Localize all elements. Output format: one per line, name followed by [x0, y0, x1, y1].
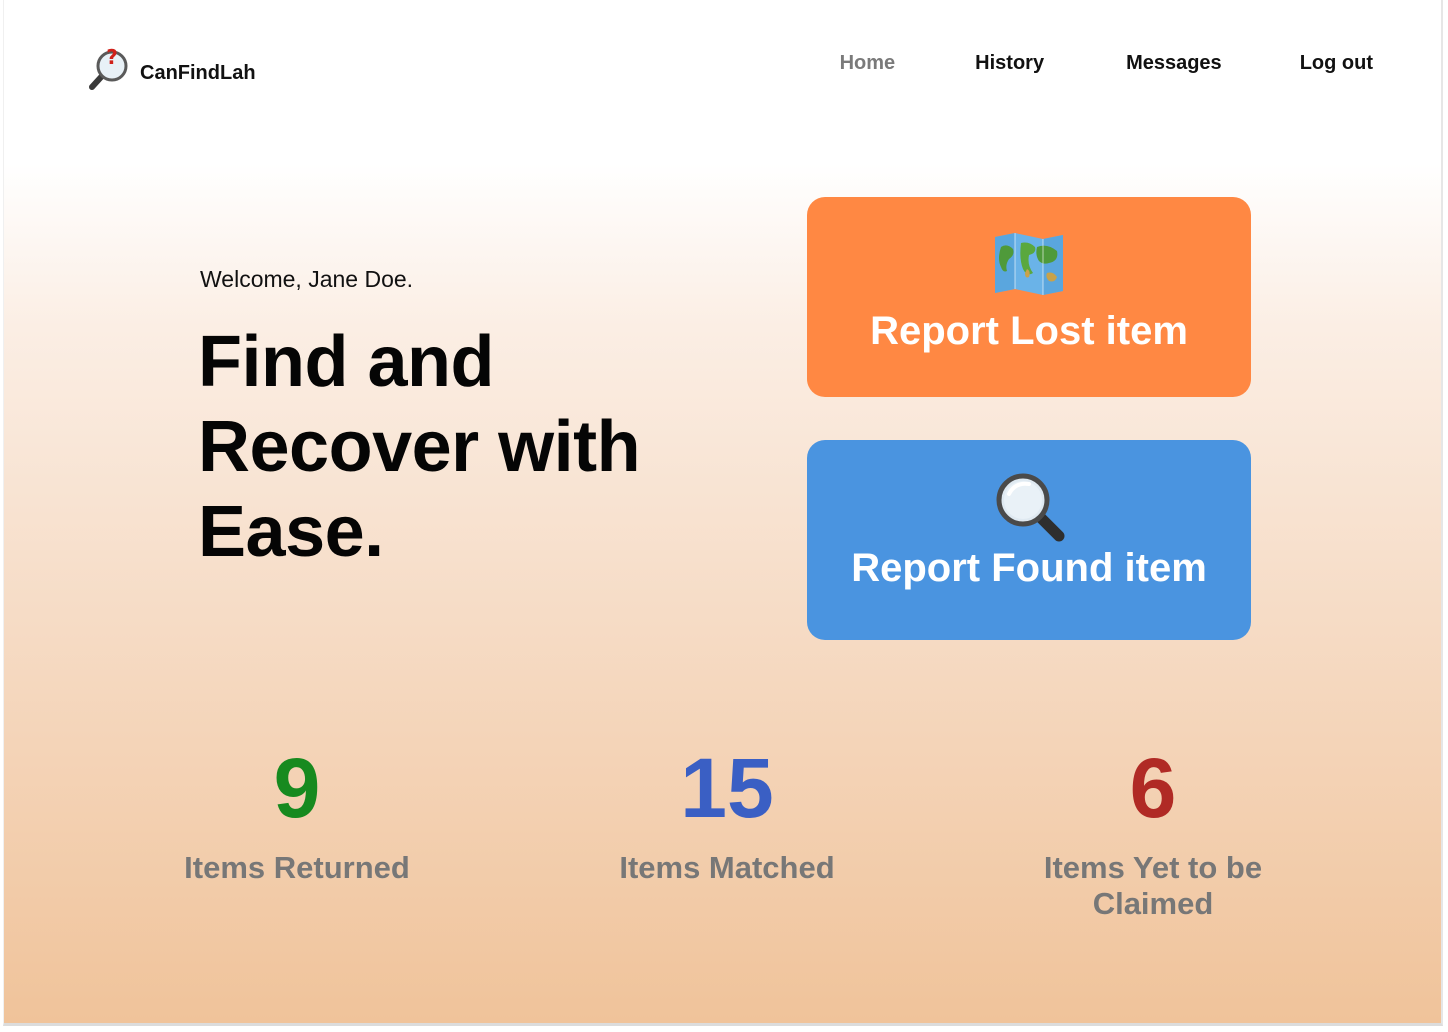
- page-headline: Find and Recover with Ease.: [198, 320, 718, 575]
- stat-items-unclaimed: 6 Items Yet to be Claimed: [988, 740, 1318, 922]
- report-lost-button[interactable]: Report Lost item: [807, 197, 1251, 397]
- nav-logout[interactable]: Log out: [1300, 52, 1373, 75]
- magnifier-question-icon: ?: [88, 45, 134, 92]
- brand-name: CanFindLah: [140, 61, 256, 84]
- top-header: ? CanFindLah Home History Messages Log o…: [4, 0, 1441, 140]
- report-lost-label: Report Lost item: [870, 309, 1188, 353]
- headline-line-2: Recover with: [198, 407, 641, 487]
- stat-label-returned: Items Returned: [184, 850, 410, 885]
- brand-logo[interactable]: ? CanFindLah: [88, 45, 256, 92]
- stat-items-returned: 9 Items Returned: [132, 740, 462, 886]
- stat-label-matched: Items Matched: [619, 850, 835, 885]
- app-frame: ? CanFindLah Home History Messages Log o…: [3, 0, 1443, 1026]
- stat-value-unclaimed: 6: [1129, 741, 1177, 835]
- stat-label-unclaimed: Items Yet to be Claimed: [1043, 850, 1263, 921]
- report-found-button[interactable]: Report Found item: [807, 440, 1251, 640]
- main-nav: Home History Messages Log out: [840, 52, 1373, 75]
- stat-value-matched: 15: [680, 741, 774, 835]
- nav-history[interactable]: History: [975, 52, 1044, 75]
- headline-line-3: Ease.: [198, 492, 384, 572]
- stat-value-returned: 9: [273, 741, 321, 835]
- world-map-icon: [991, 229, 1067, 299]
- nav-home[interactable]: Home: [840, 52, 896, 75]
- welcome-message: Welcome, Jane Doe.: [200, 266, 414, 292]
- magnifying-glass-icon: [991, 472, 1067, 542]
- svg-text:?: ?: [106, 46, 118, 69]
- nav-messages[interactable]: Messages: [1126, 52, 1222, 75]
- headline-line-1: Find and: [198, 322, 494, 402]
- report-found-label: Report Found item: [851, 546, 1207, 590]
- stat-items-matched: 15 Items Matched: [562, 740, 892, 886]
